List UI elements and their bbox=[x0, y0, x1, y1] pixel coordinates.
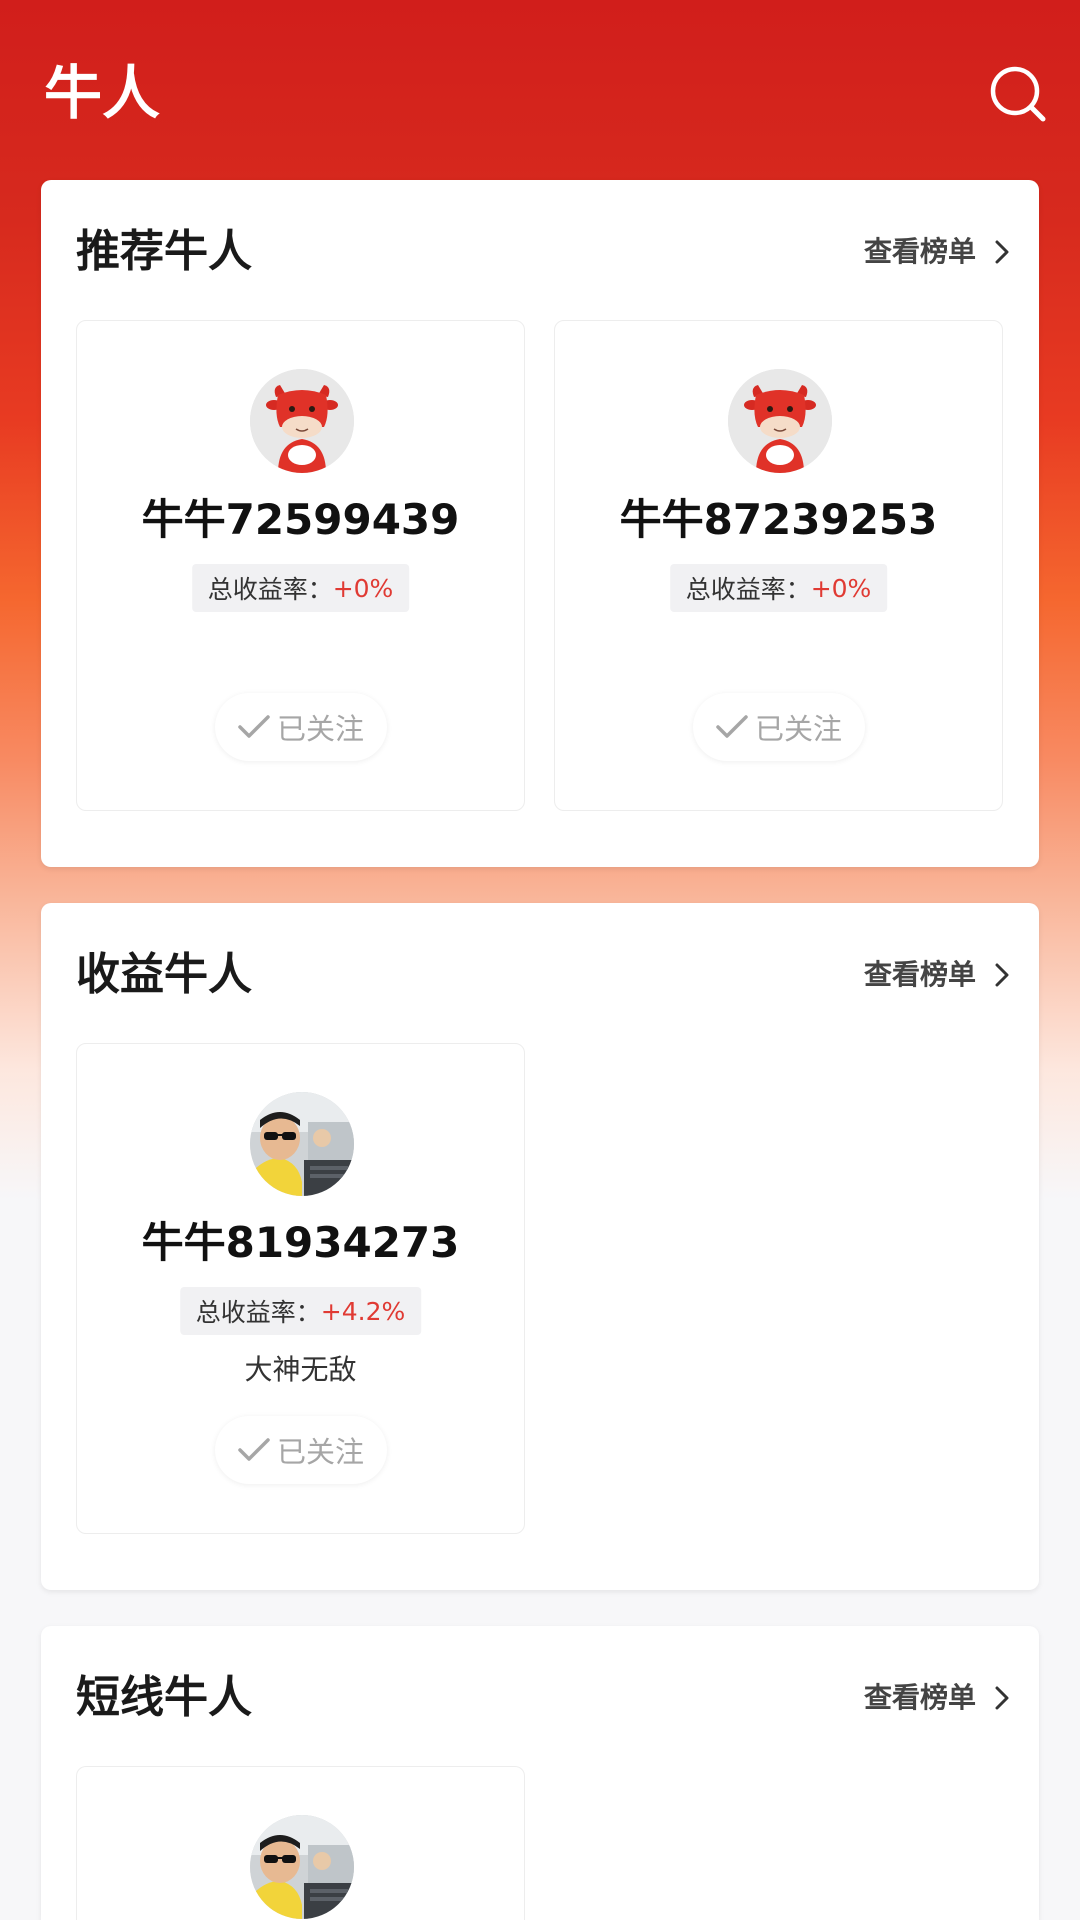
total-return-badge: 总收益率： +0% bbox=[669, 564, 888, 612]
trader-card[interactable]: 牛牛87239253 总收益率： +0% 已关注 bbox=[554, 320, 1003, 811]
total-return-value: +0% bbox=[332, 573, 394, 603]
total-return-badge: 总收益率： +4.2% bbox=[179, 1287, 422, 1335]
page-title: 牛人 bbox=[44, 59, 161, 127]
view-ranking-label[interactable]: 查看榜单 bbox=[864, 232, 976, 272]
chevron-right-icon[interactable] bbox=[990, 963, 1014, 987]
cow-mascot-icon bbox=[728, 369, 832, 473]
followed-button[interactable]: 已关注 bbox=[692, 693, 865, 761]
check-icon bbox=[716, 715, 748, 738]
section-short-term: 短线牛人 查看榜单 bbox=[41, 1626, 1039, 1920]
total-return-label: 总收益率： bbox=[685, 575, 811, 604]
section-header: 收益牛人 查看榜单 bbox=[76, 945, 1014, 1005]
section-header: 短线牛人 查看榜单 bbox=[76, 1668, 1014, 1728]
check-icon bbox=[238, 715, 270, 738]
avatar[interactable] bbox=[728, 369, 832, 473]
cow-mascot-icon bbox=[250, 369, 354, 473]
total-return-label: 总收益率： bbox=[195, 1298, 321, 1327]
total-return-value: +4.2% bbox=[320, 1296, 406, 1326]
trader-card[interactable]: 牛牛81934273 总收益率： +4.2% 大神无敌 已关注 bbox=[76, 1043, 525, 1534]
section-header: 推荐牛人 查看榜单 bbox=[76, 222, 1014, 282]
followed-label[interactable]: 已关注 bbox=[277, 706, 364, 748]
followed-label[interactable]: 已关注 bbox=[277, 1429, 364, 1471]
trader-card[interactable]: 牛牛72599439 总收益率： +0% 已关注 bbox=[76, 320, 525, 811]
user-photo-icon bbox=[250, 1815, 354, 1919]
section-title: 推荐牛人 bbox=[76, 226, 252, 277]
view-ranking-label[interactable]: 查看榜单 bbox=[864, 955, 976, 995]
chevron-right-icon[interactable] bbox=[990, 1686, 1014, 1710]
trader-name: 牛牛72599439 bbox=[141, 495, 460, 544]
trader-bio: 大神无敌 bbox=[244, 1353, 357, 1386]
view-ranking-link[interactable]: 查看榜单 bbox=[864, 1678, 1014, 1718]
check-icon bbox=[238, 1438, 270, 1461]
section-title: 短线牛人 bbox=[76, 1672, 252, 1723]
user-photo-icon bbox=[250, 1092, 354, 1196]
top-bar: 牛人 bbox=[0, 0, 1080, 180]
total-return-badge: 总收益率： +0% bbox=[191, 564, 410, 612]
view-ranking-link[interactable]: 查看榜单 bbox=[864, 955, 1014, 995]
search-icon[interactable] bbox=[988, 64, 1048, 124]
total-return-value: +0% bbox=[810, 573, 872, 603]
avatar[interactable] bbox=[250, 369, 354, 473]
search-button[interactable] bbox=[988, 64, 1048, 124]
trader-name: 牛牛87239253 bbox=[619, 495, 938, 544]
section-profit: 收益牛人 查看榜单 牛牛81934273 总收益率： +4.2% 大神无敌 已关… bbox=[41, 903, 1039, 1590]
section-recommended: 推荐牛人 查看榜单 牛牛72599439 总收益率： +0% 已关注 牛牛872… bbox=[41, 180, 1039, 867]
view-ranking-label[interactable]: 查看榜单 bbox=[864, 1678, 976, 1718]
avatar[interactable] bbox=[250, 1815, 354, 1919]
section-title: 收益牛人 bbox=[76, 949, 252, 1000]
trader-name: 牛牛81934273 bbox=[141, 1218, 460, 1267]
total-return-label: 总收益率： bbox=[207, 575, 333, 604]
avatar[interactable] bbox=[250, 1092, 354, 1196]
followed-label[interactable]: 已关注 bbox=[755, 706, 842, 748]
trader-card[interactable] bbox=[76, 1766, 525, 1920]
view-ranking-link[interactable]: 查看榜单 bbox=[864, 232, 1014, 272]
followed-button[interactable]: 已关注 bbox=[214, 1416, 387, 1484]
followed-button[interactable]: 已关注 bbox=[214, 693, 387, 761]
chevron-right-icon[interactable] bbox=[990, 240, 1014, 264]
